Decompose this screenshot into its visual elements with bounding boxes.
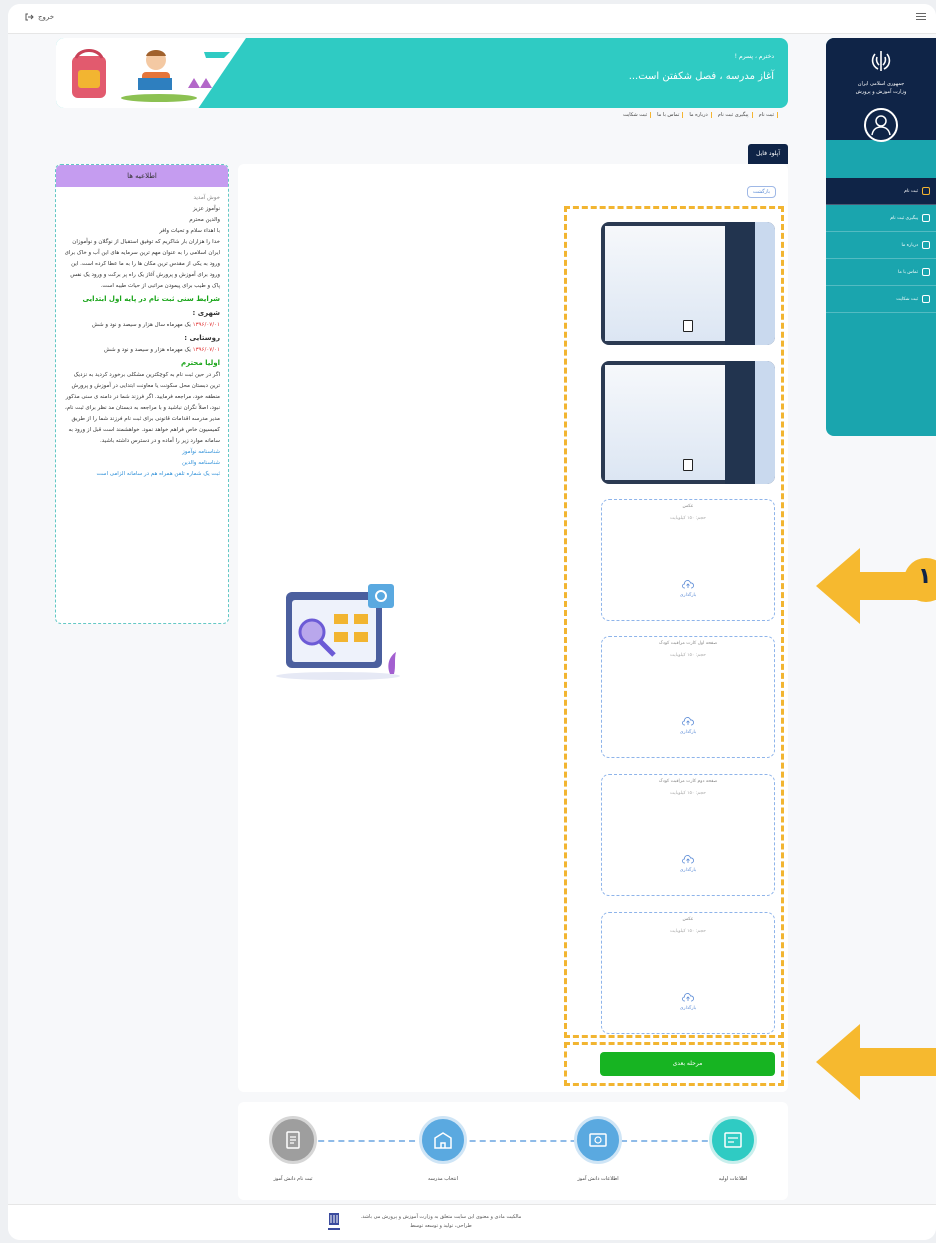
parents-title: اولیا محترم <box>180 359 220 367</box>
link-register[interactable]: ثبت نام <box>759 112 778 118</box>
highlight-upload-area <box>564 206 784 1038</box>
announcements-panel: اطلاعیه ها خوش آمدید نوآموز عزیز والدین … <box>55 164 229 624</box>
edit-icon <box>922 187 930 195</box>
iran-emblem-icon <box>871 51 891 71</box>
tab-upload-file[interactable]: آپلود فایل <box>748 144 788 164</box>
registration-form-icon <box>269 1116 317 1164</box>
sidebar-item-label: پیگیری ثبت نام <box>890 215 918 221</box>
age-conditions-title: شرایط سنی ثبت نام در پایه اول ابتدایی <box>82 295 220 303</box>
logout-button[interactable]: خروج <box>24 12 54 22</box>
step-label: اطلاعات دانش آموز <box>577 1176 619 1182</box>
urban-heading: شهری : <box>192 309 220 317</box>
banner-title: آغاز مدرسه ، فصل شکفتن است... <box>628 71 774 82</box>
sidebar-item-label: ثبت نام <box>904 188 918 194</box>
info-link[interactable]: شناسنامه نوآموز <box>64 447 220 458</box>
step-student-registration: ثبت نام دانش آموز <box>248 1116 338 1182</box>
rural-heading: روستایی : <box>184 334 220 342</box>
sidebar-header: جمهوری اسلامی ایران وزارت آموزش و پرورش <box>826 38 936 142</box>
step-initial-info: اطلاعات اولیه <box>688 1116 778 1182</box>
back-button[interactable]: بازگشت <box>746 186 776 198</box>
student-info-icon <box>574 1116 622 1164</box>
initial-info-icon <box>709 1116 757 1164</box>
user-icon <box>871 115 891 136</box>
step-label: ثبت نام دانش آموز <box>273 1176 313 1182</box>
logout-icon <box>25 13 34 21</box>
complaint-icon <box>922 295 930 303</box>
footer-credit: طراحی، تولید و توسعه توسط <box>410 1223 472 1229</box>
sidebar-item-track[interactable]: پیگیری ثبت نام <box>826 205 936 232</box>
app-frame: خروج جمهوری اسلامی ایران وزارت آموزش و پ… <box>8 4 936 1240</box>
step-student-info: اطلاعات دانش آموز <box>553 1116 643 1182</box>
sidebar-item-label: تماس با ما <box>898 269 918 275</box>
urban-text: یک مهرماه سال هزار و سیصد و نود و شش <box>91 322 191 328</box>
sidebar-item-complaint[interactable]: ثبت شکایت <box>826 286 936 313</box>
sidebar-item-label: ثبت شکایت <box>896 296 918 302</box>
link-contact[interactable]: تماس با ما <box>657 112 684 118</box>
topbar: خروج <box>8 4 936 34</box>
info-line: والدین محترم <box>189 217 220 223</box>
upload-card: بازگشت عکس حجم: ۱۵۰ کیلوبایت بارگذاری صف… <box>238 164 788 1092</box>
sidebar-item-register[interactable]: ثبت نام <box>826 178 936 205</box>
rural-date: ۱۳۹۶/۰۷/۰۱ <box>192 347 220 353</box>
sidebar-item-label: درباره ما <box>901 242 918 248</box>
footer: مالکیت مادی و معنوی این سایت متعلق به وز… <box>8 1204 936 1240</box>
info-paragraph: خدا را هزاران بار شاکریم که توفیق استقبا… <box>64 239 220 289</box>
file-upload-illustration <box>276 584 400 680</box>
announcements-title: اطلاعیه ها <box>56 165 228 187</box>
menu-icon[interactable] <box>916 13 926 23</box>
info-icon <box>922 241 930 249</box>
info-line: نوآموز عزیز <box>193 206 220 212</box>
avatar <box>864 108 898 142</box>
callout-number: ۱ <box>918 564 932 589</box>
info-paragraph: اگر در حین ثبت نام به کوچکترین مشکلی برخ… <box>64 372 220 444</box>
step-label: اطلاعات اولیه <box>718 1176 748 1182</box>
link-complaint[interactable]: ثبت شکایت <box>623 112 652 118</box>
info-line: با اهداء سلام و تحیات وافر <box>159 228 220 234</box>
info-welcome: خوش آمدید <box>193 195 220 201</box>
search-icon <box>922 214 930 222</box>
callout-arrow-1 <box>816 548 936 624</box>
phone-icon <box>922 268 930 276</box>
info-link[interactable]: شناسنامه والدین <box>64 458 220 469</box>
info-link[interactable]: ثبت یک شماره تلفن همراه هم در سامانه الز… <box>64 469 220 480</box>
step-select-school: انتخاب مدرسه <box>398 1116 488 1182</box>
step-label: انتخاب مدرسه <box>428 1176 458 1182</box>
developer-logo-icon <box>328 1213 340 1230</box>
rural-text: یک مهرماه هزار و سیصد و نود و شش <box>103 347 191 353</box>
sidebar: جمهوری اسلامی ایران وزارت آموزش و پرورش … <box>826 38 936 436</box>
school-icon <box>419 1116 467 1164</box>
sidebar-menu: ثبت نام پیگیری ثبت نام درباره ما تماس با… <box>826 178 936 313</box>
sidebar-org-line1: جمهوری اسلامی ایران <box>857 81 905 87</box>
logout-label: خروج <box>38 13 55 21</box>
sidebar-item-about[interactable]: درباره ما <box>826 232 936 259</box>
footer-copyright: مالکیت مادی و معنوی این سایت متعلق به وز… <box>360 1214 522 1220</box>
urban-date: ۱۳۹۶/۰۷/۰۱ <box>192 322 220 328</box>
link-track[interactable]: پیگیری ثبت نام <box>718 112 753 118</box>
banner-subtitle: دخترم ، پسرم ! <box>734 53 774 60</box>
link-about[interactable]: درباره ما <box>689 112 712 118</box>
sidebar-org-line2: وزارت آموزش و پرورش <box>855 89 907 95</box>
child-reading-illustration <box>72 49 230 102</box>
registration-steps: ثبت نام دانش آموز انتخاب مدرسه اطلاعات د… <box>238 1102 788 1200</box>
callout-arrow-2 <box>816 1024 936 1100</box>
top-links: ثبت نام پیگیری ثبت نام درباره ما تماس با… <box>623 112 778 118</box>
highlight-next-button <box>564 1042 784 1086</box>
hero-banner: دخترم ، پسرم ! آغاز مدرسه ، فصل شکفتن اس… <box>56 38 788 108</box>
sidebar-item-contact[interactable]: تماس با ما <box>826 259 936 286</box>
